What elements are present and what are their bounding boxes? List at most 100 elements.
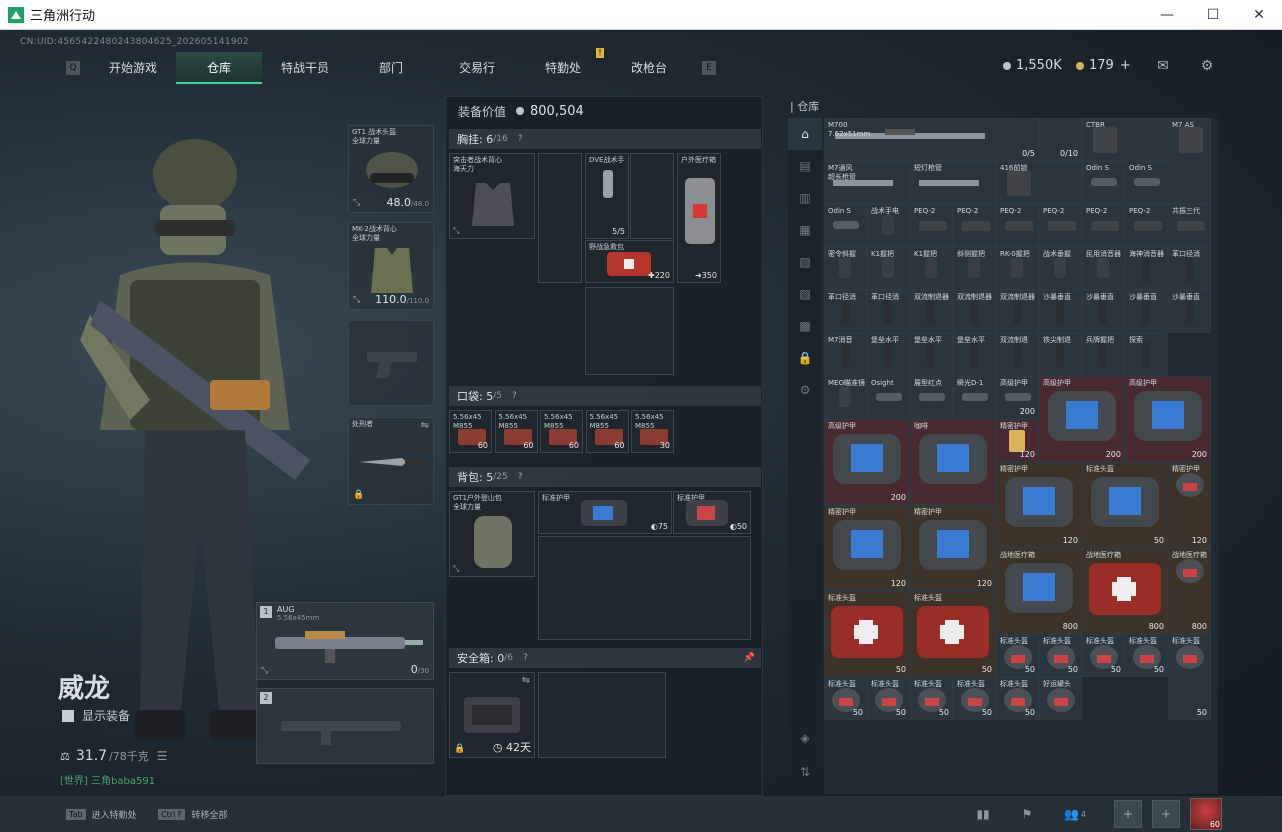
swap-icon[interactable]: ⇋	[421, 420, 429, 431]
tab-trade[interactable]: 交易行	[434, 52, 520, 84]
warehouse-item[interactable]: 堡垒水平	[910, 333, 953, 376]
gold-add[interactable]: +	[1120, 58, 1131, 73]
category-settings-icon[interactable]: ⚙	[788, 374, 822, 406]
pocket-item[interactable]: 5.56x45 M855 60	[585, 410, 629, 453]
warehouse-item[interactable]: Odin S	[824, 204, 867, 247]
dve-slot[interactable]: DVE战术手 5/5	[585, 153, 629, 239]
warehouse-item[interactable]: 标准头盔 50	[1082, 462, 1168, 548]
warehouse-item[interactable]: PEQ-2	[1082, 204, 1125, 247]
warehouse-item[interactable]: Osight	[867, 376, 910, 419]
warehouse-item[interactable]: 短灯枪管	[910, 161, 996, 204]
nav-prev-key[interactable]: Q	[66, 61, 80, 75]
help-icon[interactable]: ?	[518, 134, 523, 144]
gold-currency[interactable]: 179 +	[1076, 58, 1131, 73]
warehouse-item[interactable]: 沙暴垂直	[1082, 290, 1125, 333]
warehouse-item[interactable]: RK-0握把	[996, 247, 1039, 290]
pocket-item[interactable]: 5.56x45 M855 60	[540, 410, 583, 453]
warehouse-item[interactable]: 瞬光D-1	[953, 376, 996, 419]
warehouse-item[interactable]: 精密护甲 120	[996, 419, 1039, 462]
warehouse-item[interactable]: 沙暴垂直	[1168, 290, 1211, 333]
warehouse-item[interactable]: 标准头盔 50	[996, 677, 1039, 720]
hint-special-ops[interactable]: Tab 进入特勤处	[66, 808, 137, 821]
warehouse-item[interactable]: 好运罐头	[1039, 677, 1082, 720]
warehouse-item[interactable]: 堡垒水平	[867, 333, 910, 376]
layers-icon[interactable]: ◈	[788, 722, 822, 754]
tab-gunsmith[interactable]: 改枪台	[606, 52, 692, 84]
warehouse-item[interactable]: 精密护甲 120	[824, 505, 910, 591]
warehouse-item[interactable]: 展型红点	[910, 376, 953, 419]
squad-icon[interactable]: 👥 4	[1060, 802, 1090, 826]
help-icon[interactable]: ?	[512, 391, 517, 401]
warehouse-item[interactable]: 标准头盔 50	[1082, 634, 1125, 677]
category-armor-icon[interactable]: ▦	[788, 214, 822, 246]
chat-line[interactable]: [世界] 三角baba591	[60, 772, 155, 787]
warehouse-item[interactable]: 标准头盔 50	[824, 677, 867, 720]
warehouse-item[interactable]: PEQ-2	[996, 204, 1039, 247]
warehouse-item[interactable]: 标准头盔 50	[910, 677, 953, 720]
warehouse-item[interactable]: 精密护甲 120	[1168, 462, 1211, 548]
tab-department[interactable]: 部门	[348, 52, 434, 84]
warehouse-item[interactable]: 标准头盔 50	[953, 677, 996, 720]
sort-icon[interactable]: ⇅	[788, 756, 822, 788]
warehouse-item[interactable]: 高级护甲 200	[996, 376, 1039, 419]
invite-slot-2[interactable]: +	[1152, 800, 1180, 828]
warehouse-item[interactable]: 海神消音器	[1125, 247, 1168, 290]
tab-warehouse[interactable]: 仓库	[176, 52, 262, 84]
pocket-item[interactable]: 5.56x45 M855 60	[449, 410, 492, 453]
pin-icon[interactable]: 📌	[744, 653, 755, 663]
invite-slot-1[interactable]: +	[1114, 800, 1142, 828]
backpack-armor-2[interactable]: 标准护甲 ◐50	[673, 491, 751, 534]
warehouse-item[interactable]: 铁尖制退	[1039, 333, 1082, 376]
warehouse-item[interactable]: 咖啡	[910, 419, 996, 505]
nav-next-key[interactable]: E	[702, 61, 716, 75]
safe-box-slot[interactable]: ⇋ 🔒 ◷ 42天	[449, 672, 535, 758]
warehouse-item[interactable]: 密令斜握	[824, 247, 867, 290]
maximize-button[interactable]: ☐	[1190, 0, 1236, 30]
warehouse-item[interactable]: M7通风 超长枪管	[824, 161, 910, 204]
tab-operators[interactable]: 特战干员	[262, 52, 348, 84]
category-bag-icon[interactable]: ▧	[788, 246, 822, 278]
outdoor-medkit-slot[interactable]: 户外医疗箱 ➜350	[677, 153, 721, 283]
warehouse-item[interactable]: MEO瞄准镜	[824, 376, 867, 419]
warehouse-item[interactable]: 战术手电	[867, 204, 910, 247]
primary-weapon-slot[interactable]: 1 AUG 5.56x45mm ⤡ 0/30	[256, 602, 434, 680]
pistol-slot[interactable]	[348, 320, 434, 406]
tab-special-ops[interactable]: 特勤处 !	[520, 48, 606, 84]
warehouse-item[interactable]: 探索	[1125, 333, 1168, 376]
backpack-item-slot[interactable]: GT1户外登山包 全球力量 ⤡	[449, 491, 535, 577]
backpack-armor-1[interactable]: 标准护甲 ◐75	[538, 491, 672, 534]
tab-start-game[interactable]: 开始游戏	[90, 52, 176, 84]
rig-grid-slot[interactable]	[538, 153, 582, 283]
swap-icon[interactable]: ⇋	[522, 675, 530, 686]
warehouse-item[interactable]: 标准头盔 50	[867, 677, 910, 720]
rig-grid-slot[interactable]	[585, 287, 674, 375]
warehouse-item[interactable]: 沙暴垂直	[1039, 290, 1082, 333]
warehouse-item[interactable]: 双流制退器	[910, 290, 953, 333]
warehouse-item[interactable]: 0/5	[996, 118, 1039, 161]
rig-item-slot[interactable]: 突击者战术背心 海天力 ⤡	[449, 153, 535, 239]
warehouse-item[interactable]: 沙暴垂直	[1125, 290, 1168, 333]
warehouse-item[interactable]: 民用消音器	[1082, 247, 1125, 290]
warehouse-item[interactable]: 高级护甲 200	[824, 419, 910, 505]
safe-grid[interactable]	[538, 672, 666, 758]
pocket-item[interactable]: 5.56x45 M855 60	[494, 410, 538, 453]
warehouse-item[interactable]: 416前锁	[996, 161, 1082, 204]
warehouse-item[interactable]: 双流制退器	[996, 290, 1039, 333]
warehouse-item[interactable]: 标准头盔 50	[1125, 634, 1168, 677]
warehouse-item[interactable]: M7消音	[824, 333, 867, 376]
weight-list-icon[interactable]: ☰	[157, 749, 168, 763]
help-icon[interactable]: ?	[518, 472, 523, 482]
mail-icon[interactable]: ✉	[1154, 58, 1172, 74]
show-gear-checkbox[interactable]	[62, 709, 74, 722]
settings-gear-icon[interactable]: ⚙	[1198, 58, 1216, 74]
warehouse-item[interactable]: 标准头盔 50	[996, 634, 1039, 677]
backpack-grid[interactable]	[538, 536, 751, 640]
warehouse-item[interactable]: 革口径消	[1168, 247, 1211, 290]
warehouse-item[interactable]: 斜侧握把	[953, 247, 996, 290]
warehouse-item[interactable]: 标准头盔 50	[824, 591, 910, 677]
flag-icon[interactable]: ⚑	[1012, 802, 1042, 826]
warehouse-item[interactable]: 战地医疗箱 800	[1168, 548, 1211, 634]
category-medical-icon[interactable]: ▨	[788, 278, 822, 310]
warehouse-item[interactable]: 堡垒水平	[953, 333, 996, 376]
warehouse-item[interactable]: 战术垂握	[1039, 247, 1082, 290]
